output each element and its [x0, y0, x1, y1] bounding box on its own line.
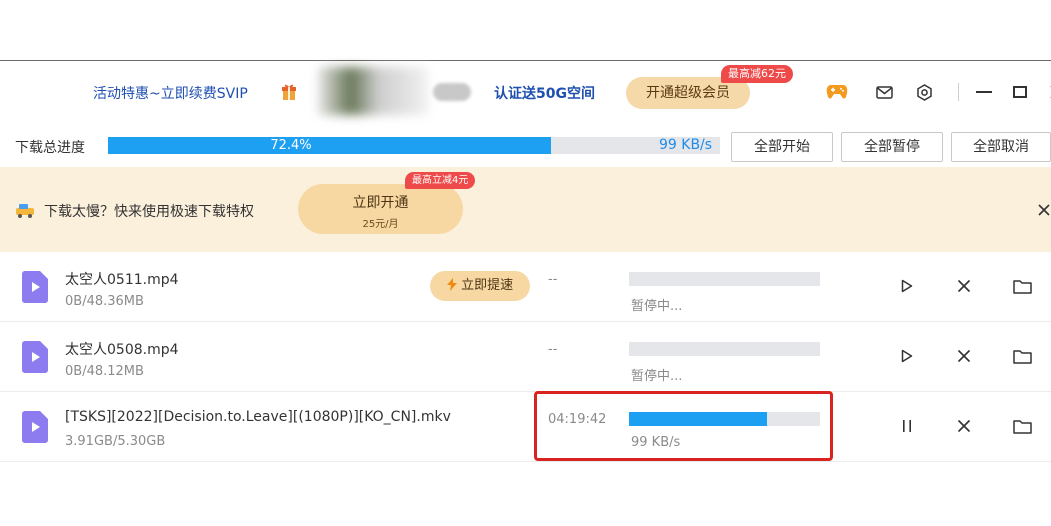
file-name: [TSKS][2022][Decision.to.Leave][(1080P)]…	[65, 409, 451, 425]
highlight-box	[534, 391, 833, 461]
cancel-download-icon[interactable]	[954, 416, 974, 436]
activate-speedup-label: 立即开通	[352, 195, 409, 211]
blurred-level-badge	[433, 83, 471, 101]
cancel-all-button[interactable]: 全部取消	[951, 132, 1051, 162]
svip-renew-promo-link[interactable]: 活动特惠~立即续费SVIP	[93, 83, 248, 103]
video-file-icon	[22, 411, 48, 443]
resume-icon[interactable]	[897, 346, 917, 366]
car-icon	[16, 204, 34, 218]
resume-icon[interactable]	[897, 276, 917, 296]
maximize-icon[interactable]	[1009, 81, 1031, 103]
overall-progress-bar: 72.4%	[108, 137, 720, 154]
overall-progress-label: 下载总进度	[15, 140, 85, 156]
overall-progress-row: 下载总进度 72.4% 99 KB/s 全部开始 全部暂停 全部取消	[0, 123, 1051, 167]
mail-icon[interactable]	[873, 81, 895, 103]
pause-icon[interactable]	[897, 416, 917, 436]
download-row[interactable]: [TSKS][2022][Decision.to.Leave][(1080P)]…	[0, 392, 1051, 462]
download-status: 暂停中...	[631, 299, 683, 314]
file-name: 太空人0508.mp4	[65, 342, 179, 358]
open-folder-icon[interactable]	[1012, 276, 1032, 296]
file-name: 太空人0511.mp4	[65, 272, 179, 288]
cancel-download-icon[interactable]	[954, 276, 974, 296]
toolbar-separator	[958, 83, 959, 101]
file-size: 0B/48.36MB	[65, 294, 144, 309]
top-toolbar: 活动特惠~立即续费SVIP 认证送50G空间 开通超级会员 最高减62元	[0, 61, 1051, 123]
time-remaining: --	[548, 272, 558, 287]
speedup-banner: 下载太慢？快来使用极速下载特权 立即开通 25元/月 最高立减4元	[0, 167, 1051, 252]
download-row[interactable]: 太空人0508.mp4 0B/48.12MB -- 暂停中...	[0, 322, 1051, 392]
settings-icon[interactable]	[913, 81, 935, 103]
vip-discount-badge: 最高减62元	[721, 65, 793, 83]
speedup-now-label: 立即提速	[461, 278, 514, 293]
video-file-icon	[22, 341, 48, 373]
speedup-discount-badge: 最高立减4元	[405, 172, 476, 189]
overall-progress-percent: 72.4%	[270, 138, 312, 153]
speedup-now-button[interactable]: 立即提速	[430, 271, 530, 301]
close-window-icon[interactable]	[1043, 81, 1051, 103]
activate-speedup-button[interactable]: 立即开通 25元/月	[298, 184, 463, 234]
open-folder-icon[interactable]	[1012, 416, 1032, 436]
file-progress-bar	[629, 272, 820, 286]
file-progress-bar	[629, 342, 820, 356]
open-folder-icon[interactable]	[1012, 346, 1032, 366]
download-row[interactable]: 太空人0511.mp4 0B/48.36MB 立即提速 -- 暂停中...	[0, 252, 1051, 322]
gamepad-icon[interactable]	[826, 81, 848, 103]
time-remaining: --	[548, 342, 558, 357]
video-file-icon	[22, 271, 48, 303]
file-size: 3.91GB/5.30GB	[65, 434, 166, 449]
close-banner-icon[interactable]	[1037, 203, 1051, 217]
file-size: 0B/48.12MB	[65, 364, 144, 379]
blurred-avatar[interactable]	[318, 67, 428, 115]
cancel-download-icon[interactable]	[954, 346, 974, 366]
verify-promo-link[interactable]: 认证送50G空间	[494, 83, 595, 103]
activate-speedup-price: 25元/月	[362, 219, 399, 230]
speedup-banner-text: 下载太慢？快来使用极速下载特权	[44, 204, 254, 220]
minimize-icon[interactable]	[973, 81, 995, 103]
lightning-icon	[446, 278, 457, 291]
start-all-button[interactable]: 全部开始	[731, 132, 833, 162]
download-status: 暂停中...	[631, 369, 683, 384]
gift-icon[interactable]	[282, 83, 296, 101]
overall-speed: 99 KB/s	[659, 137, 713, 153]
pause-all-button[interactable]: 全部暂停	[841, 132, 943, 162]
